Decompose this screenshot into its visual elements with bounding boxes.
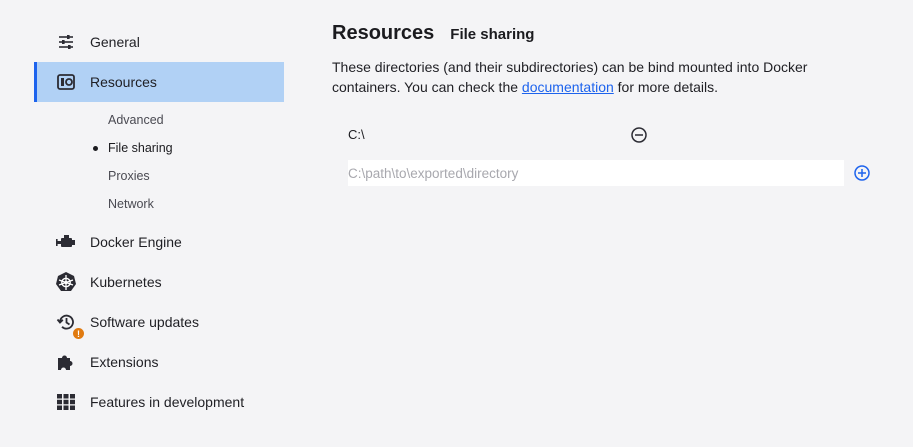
sidebar-item-label: Docker Engine [90, 234, 182, 250]
sidebar-item-resources[interactable]: Resources [34, 62, 284, 102]
sidebar-item-kubernetes[interactable]: Kubernetes [34, 262, 284, 302]
shared-directory-row: C:\ [348, 122, 648, 146]
sliders-icon [54, 30, 78, 54]
section-title: File sharing [450, 26, 535, 43]
sidebar-item-extensions[interactable]: Extensions [34, 342, 284, 382]
sidebar-item-label: Features in development [90, 394, 245, 410]
settings-window: General Resources Advanced File sharing … [0, 0, 913, 447]
title-row: Resources File sharing [332, 22, 892, 45]
update-alert-badge: ! [72, 327, 85, 340]
history-icon: ! [54, 310, 85, 340]
sidebar-item-label: Software updates [90, 314, 199, 330]
sidebar-item-software-updates[interactable]: ! Software updates [34, 302, 284, 342]
sidebar-item-label: Extensions [90, 354, 159, 370]
file-sharing-description: These directories (and their subdirector… [332, 57, 852, 97]
subnav-file-sharing[interactable]: File sharing [34, 134, 284, 162]
subnav-proxies[interactable]: Proxies [34, 162, 284, 190]
resources-submenu: Advanced File sharing Proxies Network [34, 102, 284, 222]
grid-icon [54, 390, 78, 414]
shared-directory-path: C:\ [348, 126, 365, 142]
description-text-end: for more details. [613, 79, 719, 95]
documentation-link[interactable]: documentation [522, 79, 614, 95]
sidebar-item-label: Kubernetes [90, 274, 162, 290]
directory-path-input[interactable] [348, 160, 844, 186]
kubernetes-icon [54, 270, 78, 294]
file-sharing-panel: Resources File sharing These directories… [332, 22, 892, 186]
sidebar-item-general[interactable]: General [34, 22, 284, 62]
sidebar-item-label: General [90, 34, 140, 50]
add-directory-button[interactable] [853, 164, 871, 182]
sidebar-item-label: Resources [90, 74, 157, 90]
page-title: Resources [332, 22, 435, 44]
minus-circle-icon [631, 127, 647, 143]
resources-icon [54, 70, 78, 94]
subnav-network[interactable]: Network [34, 190, 284, 218]
remove-directory-button[interactable] [630, 126, 648, 144]
subnav-advanced[interactable]: Advanced [34, 106, 284, 134]
docker-engine-icon [54, 230, 78, 254]
sidebar-item-docker-engine[interactable]: Docker Engine [34, 222, 284, 262]
plus-circle-icon [854, 165, 870, 181]
puzzle-icon [54, 350, 78, 374]
settings-sidebar: General Resources Advanced File sharing … [34, 22, 284, 422]
sidebar-item-features-in-development[interactable]: Features in development [34, 382, 284, 422]
